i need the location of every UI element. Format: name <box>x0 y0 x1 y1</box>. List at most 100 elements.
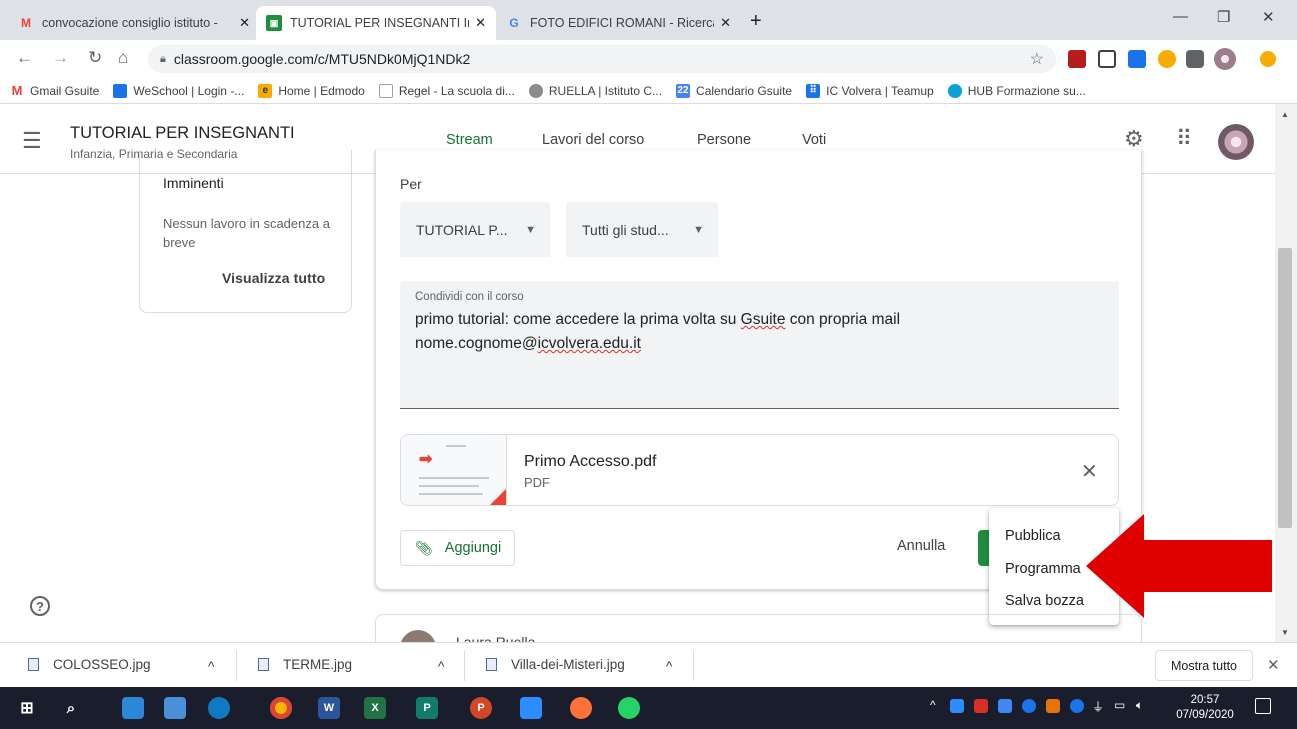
hand-extension-icon[interactable] <box>1158 50 1176 68</box>
chevron-up-icon[interactable]: ^ <box>666 659 672 674</box>
attachment-card[interactable]: ➡ Primo Accesso.pdf PDF ✕ <box>400 434 1119 506</box>
edit-extension-icon[interactable] <box>1128 50 1146 68</box>
zoom-tray-icon[interactable] <box>950 699 964 713</box>
download-item[interactable]: COLOSSEO.jpg <box>28 657 151 672</box>
chrome-icon[interactable] <box>270 697 292 719</box>
download-filename: TERME.jpg <box>283 657 353 672</box>
tab-classroom[interactable]: ▣ TUTORIAL PER INSEGNANTI Infar ✕ <box>256 6 496 40</box>
menu-icon[interactable]: ☰ <box>22 128 42 154</box>
bookmarks-bar: M Gmail Gsuite WeSchool | Login -... e H… <box>0 78 1297 104</box>
bookmark-hub[interactable]: HUB Formazione su... <box>947 83 1086 98</box>
tray-app-icon[interactable] <box>1046 699 1060 713</box>
update-alert-icon[interactable] <box>1260 51 1276 67</box>
students-select[interactable]: Tutti gli stud... ▼ <box>566 202 718 257</box>
display-icon[interactable]: ▭ <box>1114 698 1125 712</box>
new-tab-button[interactable]: + <box>750 10 762 33</box>
puzzle-extension-icon[interactable] <box>1186 50 1204 68</box>
settings-gear-icon[interactable]: ⚙ <box>1124 126 1144 152</box>
download-item[interactable]: TERME.jpg <box>258 657 352 672</box>
search-icon[interactable]: ⌕ <box>60 697 82 719</box>
bookmark-weschool[interactable]: WeSchool | Login -... <box>113 83 244 98</box>
attachment-name: Primo Accesso.pdf <box>524 453 657 470</box>
share-label: Condividi con il corso <box>415 291 524 303</box>
publisher-icon[interactable]: P <box>416 697 438 719</box>
tab-stream[interactable]: Stream <box>446 132 493 148</box>
download-item[interactable]: Villa-dei-Misteri.jpg <box>486 657 625 672</box>
excel-icon[interactable]: X <box>364 697 386 719</box>
tray-app-icon[interactable] <box>1022 699 1036 713</box>
cancel-button[interactable]: Annulla <box>897 538 945 554</box>
tab-title: TUTORIAL PER INSEGNANTI Infar <box>290 16 470 30</box>
photos-app-icon[interactable] <box>164 697 186 719</box>
hub-icon <box>947 83 962 98</box>
for-label: Per <box>400 176 422 192</box>
chevron-up-icon[interactable]: ^ <box>438 659 444 674</box>
user-avatar[interactable] <box>1218 124 1254 160</box>
reload-icon[interactable]: ↻ <box>88 48 102 68</box>
class-select[interactable]: TUTORIAL P... ▼ <box>400 202 550 257</box>
tab-google-search[interactable]: G FOTO EDIFICI ROMANI - Ricerca ( ✕ <box>496 6 741 40</box>
menu-item-salva-bozza[interactable]: Salva bozza <box>1005 593 1084 609</box>
tray-expand-icon[interactable]: ^ <box>930 698 936 712</box>
close-shelf-icon[interactable]: ✕ <box>1267 656 1280 674</box>
windows-start-icon[interactable]: ⊞ <box>16 697 38 719</box>
back-icon[interactable]: ← <box>16 48 33 68</box>
zoom-icon[interactable] <box>520 697 542 719</box>
scroll-up-icon[interactable]: ▲ <box>1281 110 1289 119</box>
course-title[interactable]: TUTORIAL PER INSEGNANTI <box>70 124 295 143</box>
grid-extension-icon[interactable] <box>1098 50 1116 68</box>
class-select-value: TUTORIAL P... <box>416 221 508 238</box>
scrollbar-thumb[interactable] <box>1278 248 1292 528</box>
close-icon[interactable]: ✕ <box>239 15 250 31</box>
firefox-icon[interactable] <box>570 697 592 719</box>
tab-lavori-del-corso[interactable]: Lavori del corso <box>542 132 644 148</box>
remove-attachment-icon[interactable]: ✕ <box>1081 459 1098 484</box>
word-icon[interactable]: W <box>318 697 340 719</box>
whatsapp-icon[interactable] <box>618 697 640 719</box>
clock-time: 20:57 <box>1190 694 1220 706</box>
share-textarea[interactable]: Condividi con il corso primo tutorial: c… <box>400 281 1119 409</box>
powerpoint-icon[interactable]: P <box>470 697 492 719</box>
menu-item-programma[interactable]: Programma <box>1005 561 1081 577</box>
people-app-icon[interactable] <box>122 697 144 719</box>
menu-item-pubblica[interactable]: Pubblica <box>1005 528 1061 544</box>
url-input[interactable]: 🔒︎ classroom.google.com/c/MTU5NDk0MjQ1ND… <box>148 45 1056 73</box>
help-icon[interactable]: ? <box>30 596 50 616</box>
tray-app-icon[interactable] <box>974 699 988 713</box>
bookmark-star-icon[interactable]: ☆ <box>1030 49 1044 69</box>
gmail-icon: M <box>21 16 31 30</box>
pdf-corner-icon <box>488 489 506 505</box>
pdf-extension-icon[interactable] <box>1068 50 1086 68</box>
taskbar-clock[interactable]: 20:57 07/09/2020 <box>1168 693 1242 723</box>
bookmark-regel[interactable]: Regel - La scuola di... <box>378 83 515 98</box>
bookmark-teamup[interactable]: ⠿ IC Volvera | Teamup <box>806 83 934 98</box>
view-all-link[interactable]: Visualizza tutto <box>222 270 325 286</box>
volume-icon[interactable]: 🔈︎ <box>1136 698 1143 713</box>
notifications-icon[interactable] <box>1255 698 1271 714</box>
window-close-icon[interactable]: ✕ <box>1262 8 1275 26</box>
network-icon[interactable]: ⏚ <box>1092 698 1104 715</box>
edge-icon[interactable] <box>208 697 230 719</box>
add-attachment-button[interactable]: 📎︎ Aggiungi <box>400 530 515 566</box>
scroll-down-icon[interactable]: ▼ <box>1281 628 1289 637</box>
profile-avatar[interactable] <box>1214 48 1236 70</box>
close-icon[interactable]: ✕ <box>475 15 486 31</box>
tray-app-icon[interactable] <box>998 699 1012 713</box>
tab-persone[interactable]: Persone <box>697 132 751 148</box>
close-icon[interactable]: ✕ <box>720 15 731 31</box>
bookmark-calendario[interactable]: 22 Calendario Gsuite <box>676 83 792 98</box>
bookmark-edmodo[interactable]: e Home | Edmodo <box>258 83 365 98</box>
bluetooth-icon[interactable] <box>1070 699 1084 713</box>
show-all-downloads-button[interactable]: Mostra tutto <box>1155 650 1253 681</box>
chevron-up-icon[interactable]: ^ <box>208 659 214 674</box>
tab-gmail[interactable]: M convocazione consiglio istituto - ✕ <box>8 6 260 40</box>
apps-grid-icon[interactable]: ⠿ <box>1176 126 1192 152</box>
bookmark-ruella[interactable]: RUELLA | Istituto C... <box>528 83 662 98</box>
bookmark-gmail[interactable]: M Gmail Gsuite <box>10 83 100 98</box>
minimize-icon[interactable]: — <box>1173 8 1188 25</box>
home-icon[interactable]: ⌂ <box>118 48 128 68</box>
forward-icon[interactable]: → <box>52 48 69 68</box>
restore-icon[interactable]: ❐ <box>1217 8 1230 26</box>
tab-voti[interactable]: Voti <box>802 132 826 148</box>
share-text-part: con propria mail <box>785 311 901 328</box>
